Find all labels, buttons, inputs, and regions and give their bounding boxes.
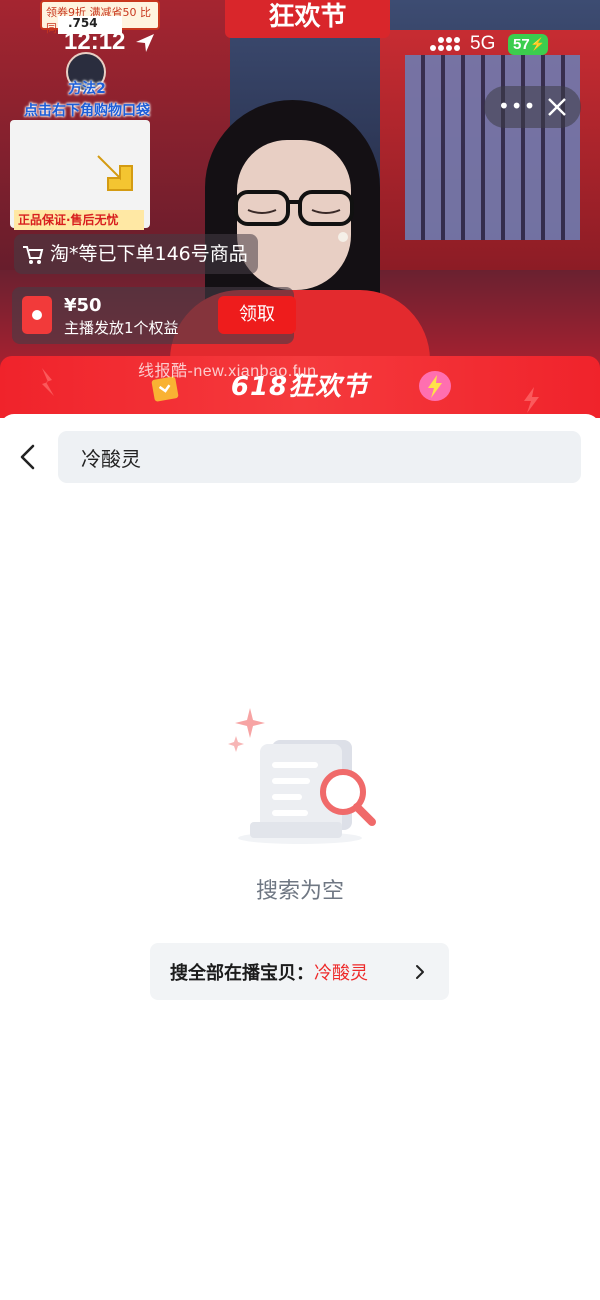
more-icon[interactable]: •••	[498, 94, 536, 118]
arrow-down-right-icon	[97, 155, 133, 191]
order-ticker: 淘*等已下单146号商品	[14, 234, 258, 274]
lightning-deco-icon	[42, 368, 54, 396]
empty-search-icon	[228, 708, 376, 844]
chevron-right-icon	[416, 965, 424, 979]
stage-banner: 狂欢节	[225, 0, 390, 38]
network-type: 5G	[470, 33, 496, 54]
watermark-text: 线报酷-new.xianbao.fun	[138, 363, 317, 380]
red-packet-icon	[22, 296, 52, 334]
lightning-deco-icon-right	[524, 387, 539, 413]
coupon-description: 主播发放1个权益	[64, 319, 179, 337]
coupon-card[interactable]: ¥50 主播发放1个权益 领取	[12, 287, 296, 344]
search-all-keyword: 冷酸灵	[314, 963, 368, 984]
charging-icon: ⚡	[530, 37, 545, 51]
search-input[interactable]	[58, 431, 581, 483]
mini-program-capsule: •••	[484, 86, 581, 128]
order-ticker-text: 淘*等已下单146号商品	[50, 243, 248, 265]
lightning-icon	[419, 371, 451, 401]
close-icon[interactable]	[544, 94, 570, 120]
presenter-earring	[338, 232, 348, 242]
background-windows	[405, 55, 580, 240]
search-all-prefix: 搜全部在播宝贝：	[170, 963, 314, 984]
claim-button[interactable]: 领取	[218, 296, 296, 334]
presenter-glasses	[234, 190, 354, 226]
promo-headline: 方法2 点击右下角购物口袋	[12, 78, 162, 122]
status-time: 12:12	[64, 28, 126, 55]
location-arrow-icon	[136, 34, 154, 52]
search-all-label: 搜全部在播宝贝：冷酸灵	[170, 959, 368, 985]
battery-level: 57	[513, 36, 530, 53]
promo-headline-line-1: 方法2	[68, 81, 106, 97]
promo-headline-line-2: 点击右下角购物口袋	[24, 103, 150, 119]
search-panel	[0, 414, 600, 1300]
coupon-amount: ¥50	[64, 295, 102, 316]
battery-indicator: 57 ⚡	[508, 34, 548, 55]
search-all-live-button[interactable]: 搜全部在播宝贝：冷酸灵	[150, 943, 449, 1000]
signal-icon	[430, 37, 460, 51]
empty-message: 搜索为空	[255, 879, 344, 904]
cart-icon	[23, 245, 44, 264]
promo-tag: 正品保证·售后无忧	[14, 210, 144, 230]
back-chevron-icon[interactable]	[14, 440, 44, 474]
